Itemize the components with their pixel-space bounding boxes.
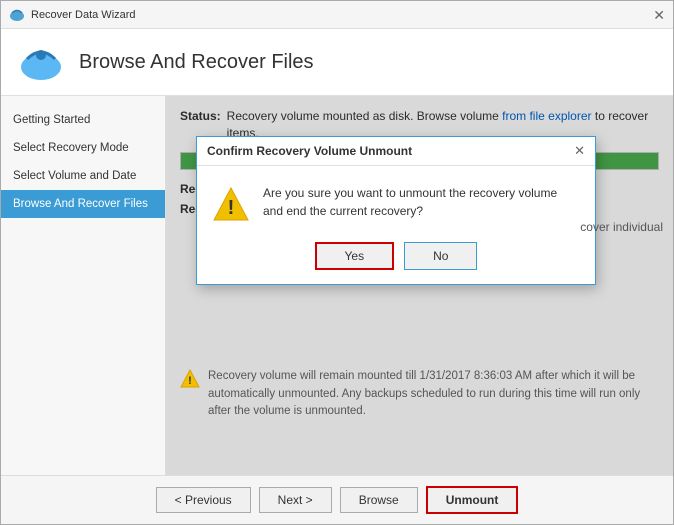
dialog-message: Are you sure you want to unmount the rec… bbox=[263, 184, 579, 220]
sidebar-item-select-recovery-mode[interactable]: Select Recovery Mode bbox=[1, 134, 165, 162]
header-icon bbox=[17, 41, 65, 83]
dialog-body: ! Are you sure you want to unmount the r… bbox=[197, 166, 595, 232]
dialog-yes-button[interactable]: Yes bbox=[315, 242, 395, 270]
previous-button[interactable]: < Previous bbox=[156, 487, 251, 513]
footer-bar: < Previous Next > Browse Unmount bbox=[1, 475, 673, 524]
content-area: Getting Started Select Recovery Mode Sel… bbox=[1, 96, 673, 475]
sidebar-item-select-volume-date[interactable]: Select Volume and Date bbox=[1, 162, 165, 190]
svg-text:!: ! bbox=[188, 375, 192, 387]
svg-text:!: ! bbox=[228, 197, 235, 219]
info-warning-icon: ! bbox=[180, 369, 200, 389]
warning-icon: ! bbox=[213, 186, 249, 222]
app-icon bbox=[9, 7, 25, 23]
page-header: Browse And Recover Files bbox=[1, 29, 673, 96]
recover-individual-text: cover individual bbox=[580, 220, 663, 234]
sidebar-item-browse-recover[interactable]: Browse And Recover Files bbox=[1, 190, 165, 218]
dialog-titlebar: Confirm Recovery Volume Unmount ✕ bbox=[197, 137, 595, 166]
dialog-footer: Yes No bbox=[197, 232, 595, 284]
unmount-button[interactable]: Unmount bbox=[426, 486, 519, 514]
next-button[interactable]: Next > bbox=[259, 487, 332, 513]
dialog-title: Confirm Recovery Volume Unmount bbox=[207, 144, 412, 158]
dialog-no-button[interactable]: No bbox=[404, 242, 477, 270]
window-close-button[interactable]: ✕ bbox=[653, 8, 665, 22]
page-title: Browse And Recover Files bbox=[79, 51, 314, 74]
info-section: ! Recovery volume will remain mounted ti… bbox=[180, 368, 659, 420]
info-text: Recovery volume will remain mounted till… bbox=[208, 368, 659, 420]
sidebar-item-getting-started[interactable]: Getting Started bbox=[1, 106, 165, 134]
title-bar-left: Recover Data Wizard bbox=[9, 7, 136, 23]
title-bar: Recover Data Wizard ✕ bbox=[1, 1, 673, 29]
window-title: Recover Data Wizard bbox=[31, 9, 136, 21]
sidebar: Getting Started Select Recovery Mode Sel… bbox=[1, 96, 166, 475]
confirm-dialog: Confirm Recovery Volume Unmount ✕ ! Are … bbox=[196, 136, 596, 285]
app-window: Recover Data Wizard ✕ Browse And Recover… bbox=[0, 0, 674, 525]
browse-button[interactable]: Browse bbox=[340, 487, 418, 513]
main-content: Status: Recovery volume mounted as disk.… bbox=[166, 96, 673, 475]
dialog-close-button[interactable]: ✕ bbox=[574, 143, 585, 159]
